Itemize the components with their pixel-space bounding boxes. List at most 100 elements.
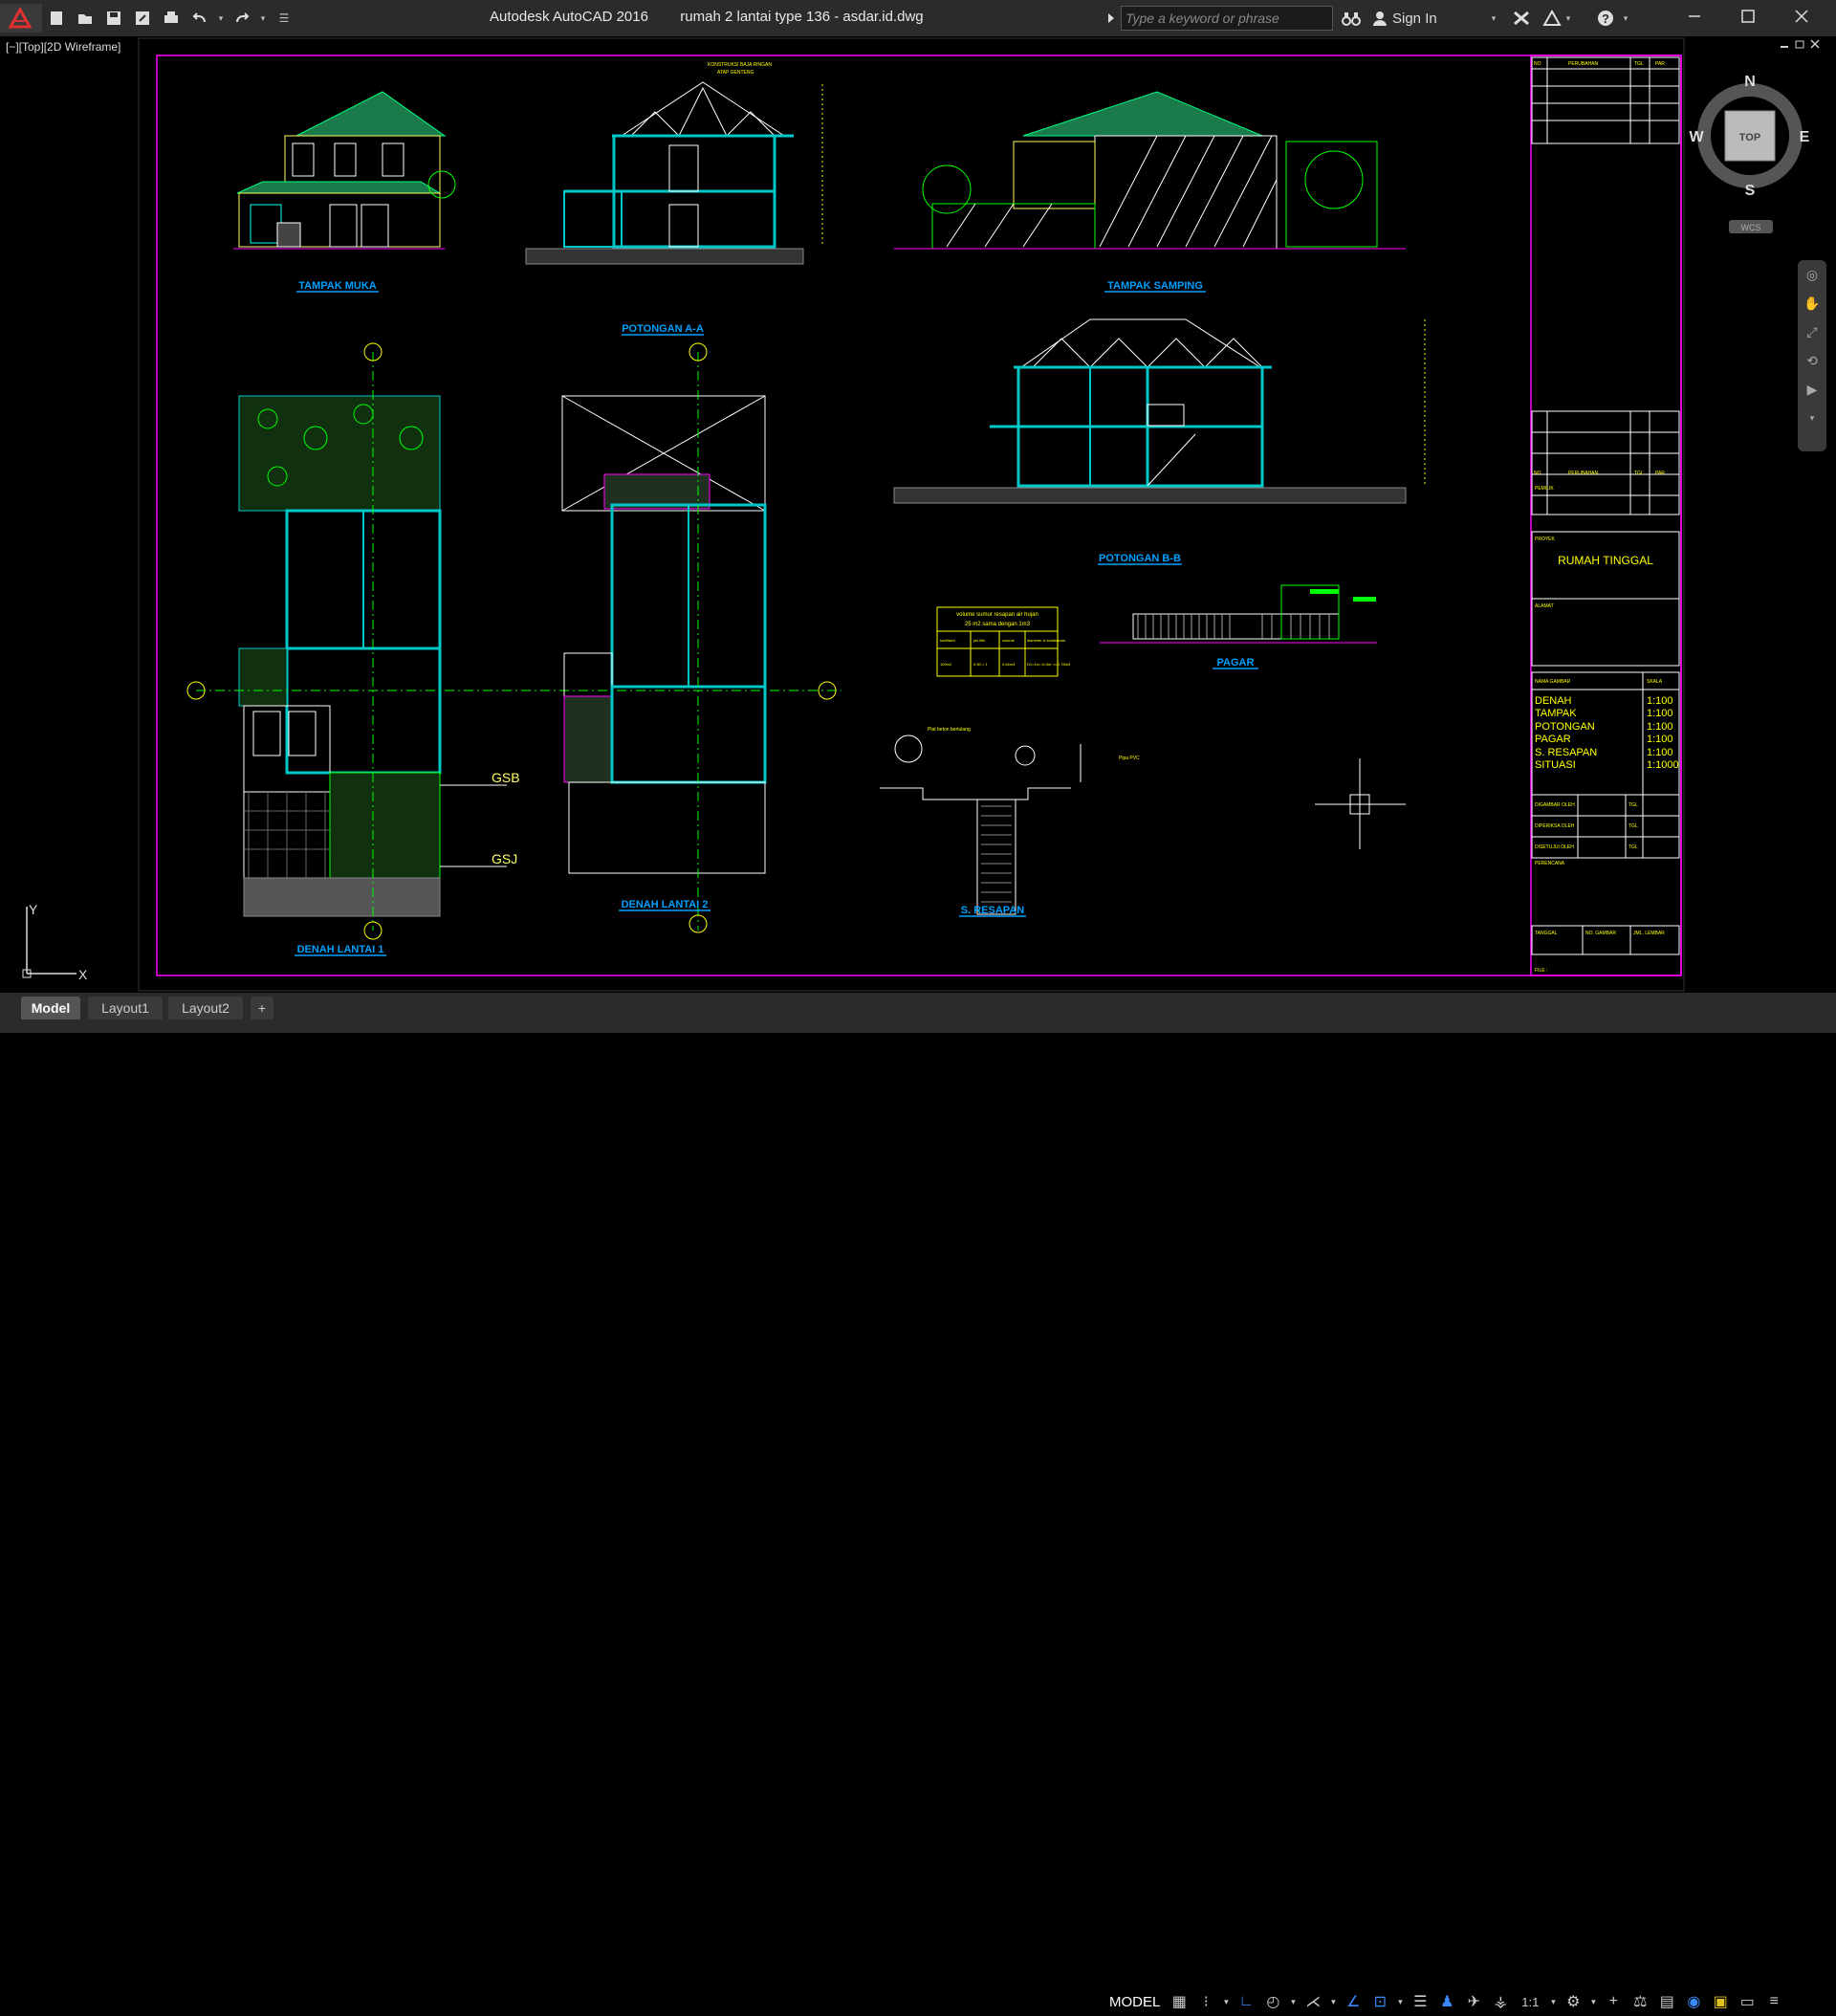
maximize-button[interactable] <box>1721 0 1775 33</box>
save-as-icon[interactable] <box>128 6 157 31</box>
viewport-controls[interactable]: [−][Top][2D Wireframe] <box>6 40 120 54</box>
sheet-name: SITUASI <box>1535 759 1576 771</box>
denah-lantai-2-view <box>561 342 837 933</box>
navbar-customize-icon[interactable]: ▾ <box>1798 404 1826 432</box>
steering-wheel-icon[interactable]: ◎ <box>1798 260 1826 289</box>
alamat-label: ALAMAT <box>1535 603 1554 609</box>
compass-south[interactable]: S <box>1745 183 1756 199</box>
tampak-muka-view <box>233 91 456 250</box>
pemilik-label: PEMILIK <box>1535 486 1554 492</box>
object-snap-tracking-icon[interactable]: ∠ <box>1340 1988 1366 2015</box>
viewcube-face-top[interactable]: TOP <box>1739 132 1760 143</box>
customize-qat-icon[interactable]: ☰ <box>270 6 298 31</box>
plot-icon[interactable] <box>157 6 186 31</box>
help-icon[interactable]: ? <box>1591 6 1620 31</box>
tanggal-label: TANGGAL <box>1535 931 1558 936</box>
label-denah-lantai-1: DENAH LANTAI 1 <box>297 944 384 955</box>
svg-text:ATAP GENTENG: ATAP GENTENG <box>717 70 754 76</box>
zoom-extents-icon[interactable]: ⤢ <box>1798 318 1826 346</box>
pan-icon[interactable]: ✋ <box>1798 289 1826 318</box>
resapan-header: koefisien <box>940 638 955 643</box>
isodraft-dropdown-icon[interactable]: ▾ <box>1326 1988 1340 2015</box>
resapan-cell: 0,50 = 1 <box>973 662 988 667</box>
close-button[interactable] <box>1775 0 1828 33</box>
object-snap-icon[interactable]: ⊡ <box>1366 1988 1393 2015</box>
compass-east[interactable]: E <box>1800 129 1810 145</box>
minimize-button[interactable] <box>1668 0 1721 33</box>
showmotion-icon[interactable]: ▶ <box>1798 375 1826 404</box>
clean-screen-icon[interactable]: ▭ <box>1734 1988 1760 2015</box>
rev-header: NO <box>1534 471 1541 476</box>
sheet-scale: 1:100 <box>1647 747 1673 758</box>
units-icon[interactable]: ⚖ <box>1627 1988 1653 2015</box>
binoculars-icon[interactable] <box>1337 6 1366 31</box>
sign-in-button[interactable]: Sign In <box>1392 11 1437 27</box>
isolate-objects-icon[interactable]: ◉ <box>1680 1988 1707 2015</box>
search-expand-icon[interactable] <box>1104 7 1119 30</box>
ortho-icon[interactable]: ∟ <box>1233 1988 1259 2015</box>
rev-header: PAR <box>1655 471 1665 476</box>
orbit-icon[interactable]: ⟲ <box>1798 346 1826 375</box>
autoscale-icon[interactable]: ⚶ <box>1487 1988 1514 2015</box>
annotation-scale-button[interactable]: 1:1 <box>1514 1988 1546 2015</box>
undo-icon[interactable] <box>186 6 214 31</box>
redo-icon[interactable] <box>228 6 256 31</box>
title-bar: ▾ ▾ ☰ Autodesk AutoCAD 2016 rumah 2 lant… <box>0 0 1836 36</box>
sheet-name: PAGAR <box>1535 734 1571 745</box>
redo-dropdown-icon[interactable]: ▾ <box>256 6 270 31</box>
resapan-cell: 100m2 <box>940 662 952 667</box>
drawing-canvas[interactable]: KONSTRUKSI BAJA RINGAN ATAP GENTENG GSB … <box>0 36 1836 993</box>
help-dropdown-icon[interactable]: ▾ <box>1618 6 1633 31</box>
open-icon[interactable] <box>71 6 99 31</box>
viewcube[interactable]: TOP N S E W WCS <box>1689 74 1810 233</box>
autocad-menu-button[interactable] <box>0 4 42 33</box>
object-snap-dropdown-icon[interactable]: ▾ <box>1393 1988 1407 2015</box>
model-space-button[interactable]: MODEL <box>1104 1988 1166 2015</box>
isodraft-icon[interactable]: ⋌ <box>1300 1988 1326 2015</box>
annotation-visibility-icon[interactable]: ✈ <box>1460 1988 1487 2015</box>
tab-layout2[interactable]: Layout2 <box>168 997 243 1019</box>
tab-model[interactable]: Model <box>21 997 80 1019</box>
svg-text:Pipa PVC: Pipa PVC <box>1119 756 1140 761</box>
exchange-apps-icon[interactable] <box>1507 6 1536 31</box>
app-name: Autodesk AutoCAD 2016 <box>490 9 648 25</box>
autocad-logo-icon <box>8 8 33 29</box>
wcs-menu[interactable]: WCS <box>1741 223 1761 232</box>
add-layout-icon[interactable]: + <box>251 997 273 1019</box>
tampak-samping-view <box>894 91 1406 250</box>
polar-icon[interactable]: ◴ <box>1259 1988 1286 2015</box>
undo-dropdown-icon[interactable]: ▾ <box>214 6 228 31</box>
gsb-marker: GSB <box>492 770 520 785</box>
ucs-y-label: Y <box>29 902 38 917</box>
resapan-table: volume sumur resapan air hujan 25 m2 sam… <box>936 606 1071 677</box>
snap-icon[interactable]: ⁝ <box>1192 1988 1219 2015</box>
grid-icon[interactable]: ▦ <box>1166 1988 1192 2015</box>
annotation-monitor-icon[interactable]: ♟ <box>1433 1988 1460 2015</box>
status-bar: MODEL ▦ ⁝ ▾ ∟ ◴ ▾ ⋌ ▾ ∠ ⊡ ▾ ☰ ♟ ✈ ⚶ 1:1 … <box>1104 1987 1787 2016</box>
save-icon[interactable] <box>99 6 128 31</box>
tab-layout1[interactable]: Layout1 <box>88 997 163 1019</box>
customization-icon[interactable]: ≡ <box>1760 1988 1787 2015</box>
diperiksa-label: DIPERIKSA OLEH <box>1535 823 1575 829</box>
add-scale-icon[interactable]: + <box>1600 1988 1627 2015</box>
compass-north[interactable]: N <box>1744 74 1756 90</box>
rev-header: PAR <box>1655 61 1665 67</box>
file-name: rumah 2 lantai type 136 - asdar.id.dwg <box>680 9 924 25</box>
polar-dropdown-icon[interactable]: ▾ <box>1286 1988 1300 2015</box>
snap-dropdown-icon[interactable]: ▾ <box>1219 1988 1233 2015</box>
label-tampak-muka: TAMPAK MUKA <box>298 280 377 292</box>
autodesk-360-dropdown-icon[interactable]: ▾ <box>1561 6 1576 31</box>
resapan-header: diameter & kedalaman <box>1027 638 1065 643</box>
workspace-gear-icon[interactable]: ⚙ <box>1560 1988 1586 2015</box>
workspace-dropdown-icon[interactable]: ▾ <box>1586 1988 1600 2015</box>
compass-west[interactable]: W <box>1689 129 1704 145</box>
search-input[interactable]: Type a keyword or phrase <box>1121 6 1333 31</box>
hardware-acceleration-icon[interactable]: ▣ <box>1707 1988 1734 2015</box>
quick-properties-icon[interactable]: ▤ <box>1653 1988 1680 2015</box>
lineweight-icon[interactable]: ☰ <box>1407 1988 1433 2015</box>
new-icon[interactable] <box>42 6 71 31</box>
annotation-scale-dropdown-icon[interactable]: ▾ <box>1546 1988 1560 2015</box>
sign-in-dropdown-icon[interactable]: ▾ <box>1486 6 1501 31</box>
resapan-cell: D1=1m; d=3m; v=0,78m3 <box>1027 662 1071 667</box>
s-resapan-view: Plat beton bertulang Pipa PVC <box>880 727 1140 915</box>
